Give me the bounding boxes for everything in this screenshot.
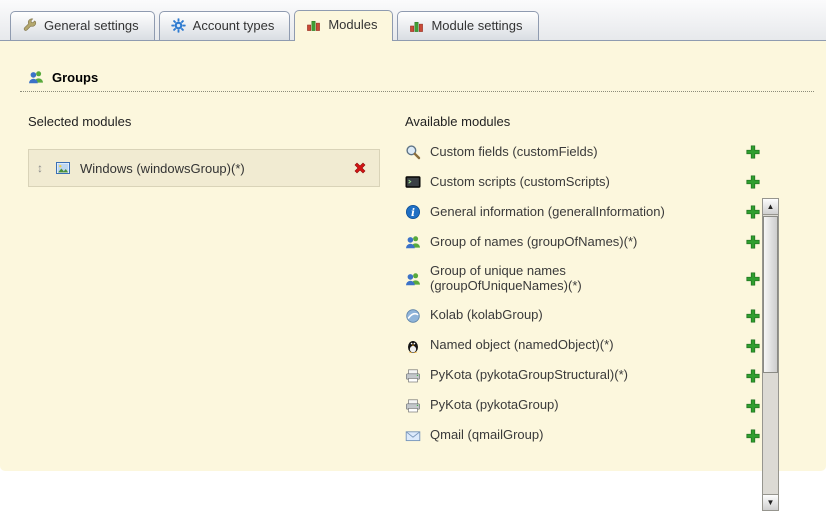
module-label: Kolab (kolabGroup) xyxy=(430,308,543,323)
module-label: Custom scripts (customScripts) xyxy=(430,175,610,190)
tab-account-types[interactable]: Account types xyxy=(159,11,291,40)
tab-label: Module settings xyxy=(431,18,522,33)
printer-icon xyxy=(405,398,421,414)
modules-icon xyxy=(306,17,321,32)
groups-section-heading: Groups xyxy=(20,69,814,92)
scrollbar-thumb[interactable] xyxy=(763,216,778,373)
envelope-icon xyxy=(405,428,421,444)
tab-modules[interactable]: Modules xyxy=(294,10,393,41)
gear-icon xyxy=(171,18,186,33)
list-item: i General information (generalInformatio… xyxy=(405,197,761,227)
tab-label: Modules xyxy=(328,17,377,32)
plus-icon xyxy=(745,271,761,287)
plus-icon xyxy=(745,204,761,220)
printer-icon xyxy=(405,368,421,384)
add-module-button[interactable] xyxy=(745,338,761,354)
modules-icon xyxy=(409,18,424,33)
module-label: PyKota (pykotaGroup) xyxy=(430,398,559,413)
module-label: Named object (namedObject)(*) xyxy=(430,338,614,353)
add-module-button[interactable] xyxy=(745,398,761,414)
plus-icon xyxy=(745,368,761,384)
module-columns: Selected modules ↕ Windows (windowsGroup… xyxy=(0,92,826,451)
add-module-button[interactable] xyxy=(745,174,761,190)
wrench-icon xyxy=(22,18,37,33)
svg-text:i: i xyxy=(411,207,415,219)
list-item: Named object (namedObject)(*) xyxy=(405,331,761,361)
delete-x-icon xyxy=(352,160,368,176)
available-modules-scrollbar[interactable]: ▲ ▼ xyxy=(762,198,779,511)
modules-tab-content: Groups Selected modules ↕ Windows (windo… xyxy=(0,40,826,471)
list-item: Qmail (qmailGroup) xyxy=(405,421,761,451)
section-title: Groups xyxy=(52,70,98,85)
selected-module-label: Windows (windowsGroup)(*) xyxy=(80,161,245,176)
plus-icon xyxy=(745,398,761,414)
module-label: Group of unique names (groupOfUniqueName… xyxy=(430,264,692,294)
scroll-up-button[interactable]: ▲ xyxy=(763,199,778,215)
module-label: PyKota (pykotaGroupStructural)(*) xyxy=(430,368,628,383)
add-module-button[interactable] xyxy=(745,428,761,444)
remove-module-button[interactable] xyxy=(352,160,368,176)
drag-handle-icon[interactable]: ↕ xyxy=(34,162,46,174)
available-modules-list: Custom fields (customFields) xyxy=(405,137,761,451)
list-item: Custom fields (customFields) xyxy=(405,137,761,167)
lam-configuration-page: { "tabs": { "items": [ { "label": "Gener… xyxy=(0,0,826,481)
tab-label: Account types xyxy=(193,18,275,33)
module-label: General information (generalInformation) xyxy=(430,205,665,220)
module-label: Qmail (qmailGroup) xyxy=(430,428,543,443)
kolab-icon xyxy=(405,308,421,324)
plus-icon xyxy=(745,144,761,160)
add-module-button[interactable] xyxy=(745,271,761,287)
list-item: PyKota (pykotaGroupStructural)(*) xyxy=(405,361,761,391)
add-module-button[interactable] xyxy=(745,234,761,250)
terminal-icon xyxy=(405,174,421,190)
plus-icon xyxy=(745,308,761,324)
windows-icon xyxy=(55,160,71,176)
plus-icon xyxy=(745,174,761,190)
list-item: Group of names (groupOfNames)(*) xyxy=(405,227,761,257)
module-label: Custom fields (customFields) xyxy=(430,145,598,160)
group-icon xyxy=(405,234,421,250)
module-label: Group of names (groupOfNames)(*) xyxy=(430,235,637,250)
add-module-button[interactable] xyxy=(745,204,761,220)
list-item: PyKota (pykotaGroup) xyxy=(405,391,761,421)
selected-modules-column: Selected modules ↕ Windows (windowsGroup… xyxy=(28,114,380,451)
penguin-icon xyxy=(405,338,421,354)
group-icon xyxy=(405,271,421,287)
list-item: Group of unique names (groupOfUniqueName… xyxy=(405,257,761,301)
add-module-button[interactable] xyxy=(745,144,761,160)
selected-modules-heading: Selected modules xyxy=(28,114,380,129)
scroll-down-button[interactable]: ▼ xyxy=(763,494,778,510)
plus-icon xyxy=(745,234,761,250)
available-modules-column: Available modules Custom fields (customF… xyxy=(405,114,761,451)
tab-module-settings[interactable]: Module settings xyxy=(397,11,538,40)
add-module-button[interactable] xyxy=(745,368,761,384)
tab-label: General settings xyxy=(44,18,139,33)
tab-bar: General settings Account types xyxy=(0,0,826,40)
available-modules-heading: Available modules xyxy=(405,114,761,129)
plus-icon xyxy=(745,338,761,354)
info-icon: i xyxy=(405,204,421,220)
group-icon xyxy=(28,69,44,85)
list-item: Custom scripts (customScripts) xyxy=(405,167,761,197)
selected-module-row: ↕ Windows (windowsGroup)(*) xyxy=(28,149,380,187)
magnifier-icon xyxy=(405,144,421,160)
tab-general-settings[interactable]: General settings xyxy=(10,11,155,40)
list-item: Kolab (kolabGroup) xyxy=(405,301,761,331)
plus-icon xyxy=(745,428,761,444)
add-module-button[interactable] xyxy=(745,308,761,324)
